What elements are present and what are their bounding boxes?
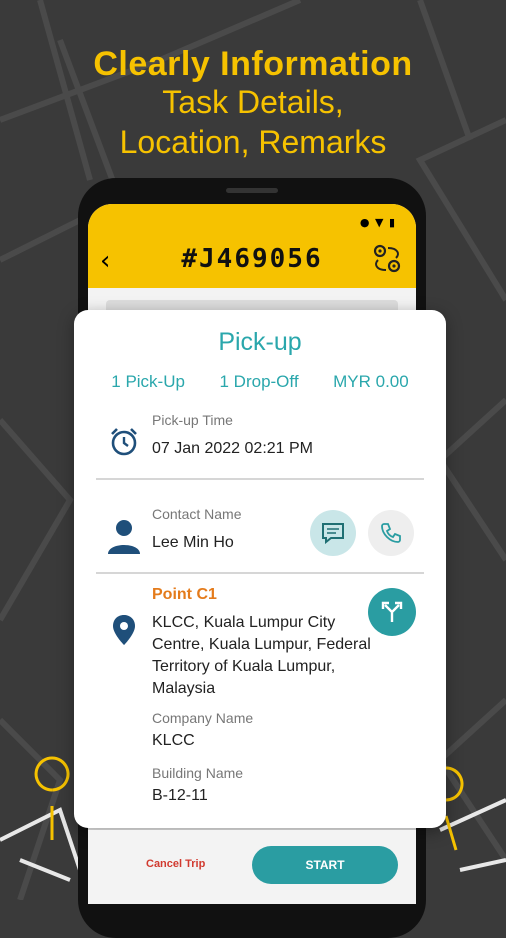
chat-icon [322,523,344,544]
navigate-button[interactable] [368,588,416,636]
pickup-time-value: 07 Jan 2022 02:21 PM [152,440,314,457]
directions-icon [381,601,403,622]
promo-title: Clearly Information [93,45,413,83]
task-summary: 1 Pick-Up 1 Drop-Off MYR 0.00 [74,372,446,392]
amount: MYR 0.00 [333,372,409,391]
phone-icon [381,523,401,543]
job-id-title: #J469056 [181,244,323,274]
phone-speaker [226,188,278,193]
promo-subtitle-1: Task Details, [162,84,344,121]
location-pin-icon [113,615,135,645]
promo-subtitle-2: Location, Remarks [119,123,387,160]
route-swap-icon[interactable] [370,242,404,276]
building-value: B-12-11 [152,787,208,804]
divider [96,478,424,480]
promo-headline: Clearly Information Task Details, Locati… [0,45,506,160]
message-button[interactable] [310,510,356,556]
point-address: KLCC, Kuala Lumpur City Centre, Kuala Lu… [152,614,371,697]
company-value: KLCC [152,732,195,749]
alarm-clock-icon [111,428,137,456]
start-button[interactable]: START [252,846,398,884]
pickup-time-label: Pick-up Time [152,412,233,428]
building-label: Building Name [152,765,244,781]
task-detail-card: Pick-up 1 Pick-Up 1 Drop-Off MYR 0.00 Pi… [74,310,446,828]
status-icons: ● ▼ ▮ [359,216,396,229]
point-label: Point C1 [152,586,217,603]
person-icon [108,520,140,554]
contact-label: Contact Name [152,506,242,522]
pickup-count: 1 Pick-Up [111,372,185,391]
call-button[interactable] [368,510,414,556]
company-label: Company Name [152,710,254,726]
card-title: Pick-up [218,328,302,356]
divider [96,572,424,574]
cancel-trip-button[interactable]: Cancel Trip [146,858,205,870]
contact-value: Lee Min Ho [152,534,234,551]
dropoff-count: 1 Drop-Off [219,372,299,391]
app-bar: ● ▼ ▮ ‹ #J469056 [88,204,416,288]
